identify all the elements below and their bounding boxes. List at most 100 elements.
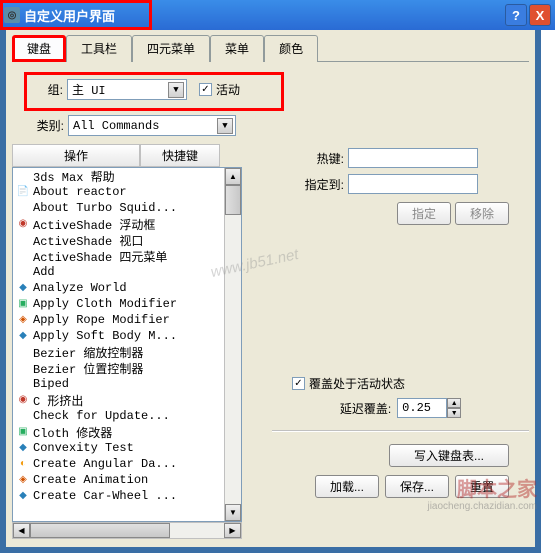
- list-item[interactable]: Biped: [13, 376, 241, 392]
- override-checkbox[interactable]: ✓: [292, 377, 305, 390]
- item-icon: 📄: [15, 185, 31, 199]
- category-combo-value: All Commands: [73, 119, 159, 133]
- item-icon: [15, 409, 31, 423]
- horizontal-scrollbar[interactable]: ◀ ▶: [12, 522, 242, 539]
- list-item[interactable]: 3ds Max 帮助: [13, 168, 241, 184]
- action-list[interactable]: 3ds Max 帮助📄About reactorAbout Turbo Squi…: [12, 167, 242, 522]
- save-button[interactable]: 保存...: [385, 475, 449, 498]
- remove-button[interactable]: 移除: [455, 202, 509, 225]
- scroll-left-icon[interactable]: ◀: [13, 523, 30, 538]
- assign-to-label: 指定到:: [272, 176, 344, 193]
- tab-toolbar[interactable]: 工具栏: [66, 35, 132, 62]
- scroll-right-icon[interactable]: ▶: [224, 523, 241, 538]
- item-icon: ◉: [15, 217, 31, 231]
- reset-button[interactable]: 重置: [455, 475, 509, 498]
- item-label: Apply Cloth Modifier: [33, 297, 177, 311]
- delay-label: 延迟覆盖:: [340, 400, 391, 417]
- list-item[interactable]: ◈Apply Rope Modifier: [13, 312, 241, 328]
- item-icon: [15, 377, 31, 391]
- item-icon: ◉: [15, 393, 31, 407]
- vertical-scrollbar[interactable]: ▲ ▼: [224, 168, 241, 521]
- list-item[interactable]: Add: [13, 264, 241, 280]
- item-icon: ◆: [15, 441, 31, 455]
- hotkey-input[interactable]: [348, 148, 478, 168]
- active-checkbox[interactable]: ✓: [199, 83, 212, 96]
- list-item[interactable]: ActiveShade 视口: [13, 232, 241, 248]
- item-label: ActiveShade 浮动框: [33, 216, 155, 233]
- list-item[interactable]: ActiveShade 四元菜单: [13, 248, 241, 264]
- list-header: 操作 快捷键: [12, 144, 242, 167]
- list-item[interactable]: ▣Cloth 修改器: [13, 424, 241, 440]
- assign-to-input[interactable]: [348, 174, 478, 194]
- item-icon: ◆: [15, 329, 31, 343]
- item-label: Check for Update...: [33, 409, 170, 423]
- item-icon: ◈: [15, 313, 31, 327]
- override-label: 覆盖处于活动状态: [309, 375, 405, 392]
- list-item[interactable]: ◆Apply Soft Body M...: [13, 328, 241, 344]
- scroll-up-icon[interactable]: ▲: [225, 168, 241, 185]
- item-icon: [15, 361, 31, 375]
- item-label: Convexity Test: [33, 441, 134, 455]
- item-label: Create Car-Wheel ...: [33, 489, 177, 503]
- help-button[interactable]: ?: [505, 4, 527, 26]
- item-label: ActiveShade 视口: [33, 232, 143, 249]
- list-item[interactable]: About Turbo Squid...: [13, 200, 241, 216]
- scroll-down-icon[interactable]: ▼: [225, 504, 241, 521]
- list-item[interactable]: ◆Convexity Test: [13, 440, 241, 456]
- list-item[interactable]: ◆Analyze World: [13, 280, 241, 296]
- item-label: About reactor: [33, 185, 127, 199]
- item-icon: ▣: [15, 297, 31, 311]
- list-item[interactable]: Bezier 位置控制器: [13, 360, 241, 376]
- item-label: Apply Rope Modifier: [33, 313, 170, 327]
- list-item[interactable]: ◐Create Angular Da...: [13, 456, 241, 472]
- hotkey-label: 热键:: [272, 150, 344, 167]
- category-combo[interactable]: All Commands ▼: [68, 115, 236, 136]
- item-icon: ◈: [15, 473, 31, 487]
- item-icon: [15, 233, 31, 247]
- tab-bar: 键盘 工具栏 四元菜单 菜单 颜色: [12, 34, 529, 62]
- item-label: Create Animation: [33, 473, 148, 487]
- titlebar: ◎ 自定义用户界面 ? X: [0, 0, 555, 30]
- item-icon: ◐: [15, 457, 31, 471]
- item-icon: [15, 249, 31, 263]
- group-combo[interactable]: 主 UI ▼: [67, 79, 187, 100]
- item-icon: [15, 265, 31, 279]
- highlight-group: 组: 主 UI ▼ ✓ 活动: [24, 72, 284, 111]
- item-label: 3ds Max 帮助: [33, 168, 115, 185]
- item-label: Biped: [33, 377, 69, 391]
- item-label: Add: [33, 265, 55, 279]
- item-icon: ◆: [15, 489, 31, 503]
- list-item[interactable]: Bezier 缩放控制器: [13, 344, 241, 360]
- chevron-down-icon[interactable]: ▼: [168, 82, 184, 98]
- spinner-down-icon[interactable]: ▼: [447, 408, 461, 418]
- delay-input[interactable]: 0.25: [397, 398, 447, 418]
- list-item[interactable]: ◆Create Car-Wheel ...: [13, 488, 241, 504]
- scroll-thumb-h[interactable]: [30, 523, 170, 538]
- tab-quadmenu[interactable]: 四元菜单: [132, 35, 210, 62]
- item-label: Analyze World: [33, 281, 127, 295]
- list-item[interactable]: ◉ActiveShade 浮动框: [13, 216, 241, 232]
- list-item[interactable]: ◉C 形挤出: [13, 392, 241, 408]
- list-item[interactable]: ▣Apply Cloth Modifier: [13, 296, 241, 312]
- item-label: Bezier 缩放控制器: [33, 344, 143, 361]
- load-button[interactable]: 加载...: [315, 475, 379, 498]
- tab-keyboard[interactable]: 键盘: [12, 35, 66, 62]
- item-label: Create Angular Da...: [33, 457, 177, 471]
- tab-color[interactable]: 颜色: [264, 35, 318, 62]
- write-keyboard-button[interactable]: 写入键盘表...: [389, 444, 509, 467]
- close-button[interactable]: X: [529, 4, 551, 26]
- list-item[interactable]: Check for Update...: [13, 408, 241, 424]
- active-label: 活动: [216, 81, 240, 98]
- assign-button[interactable]: 指定: [397, 202, 451, 225]
- chevron-down-icon[interactable]: ▼: [217, 118, 233, 134]
- tab-menu[interactable]: 菜单: [210, 35, 264, 62]
- scroll-thumb[interactable]: [225, 185, 241, 215]
- list-header-action[interactable]: 操作: [12, 144, 140, 167]
- item-icon: [15, 201, 31, 215]
- item-icon: ▣: [15, 425, 31, 439]
- item-icon: [15, 169, 31, 183]
- list-item[interactable]: 📄About reactor: [13, 184, 241, 200]
- list-item[interactable]: ◈Create Animation: [13, 472, 241, 488]
- list-header-shortcut[interactable]: 快捷键: [140, 144, 220, 167]
- spinner-up-icon[interactable]: ▲: [447, 398, 461, 408]
